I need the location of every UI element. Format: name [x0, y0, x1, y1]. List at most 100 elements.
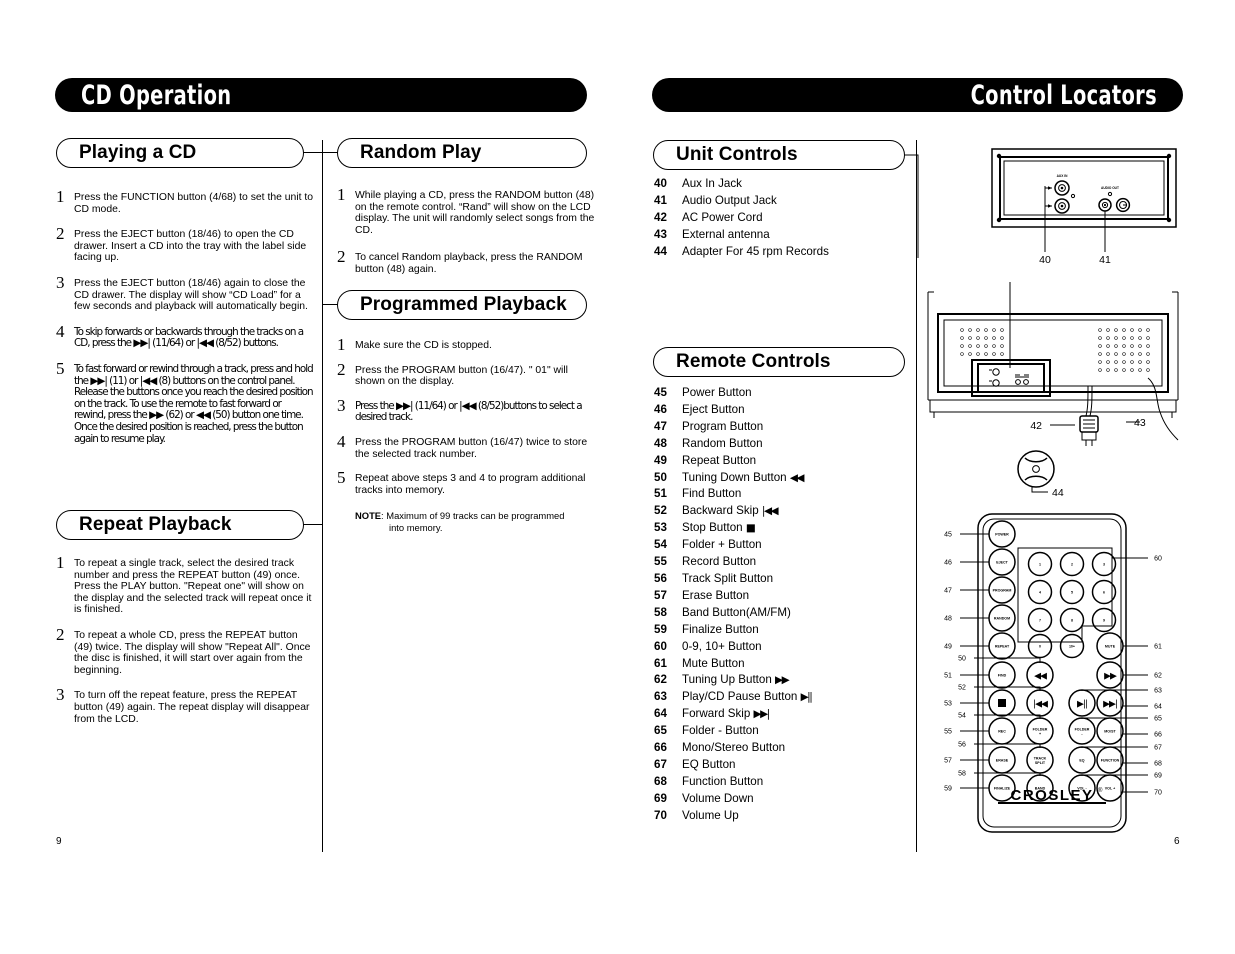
remote-callout-64: 64	[1154, 704, 1162, 711]
playback-symbol-icon: ▶||	[800, 691, 813, 704]
remote-callout-60: 60	[1154, 556, 1162, 563]
repeat-playback-label: Repeat Playback	[79, 514, 232, 535]
callout-42: 42	[1030, 420, 1042, 432]
remote-button-repeat[interactable]: REPEAT	[988, 632, 1016, 660]
step-text: Press the ▶▶| (11/64) or |◀◀ (8/52)butto…	[355, 399, 583, 424]
remote-key-1[interactable]: 1	[1027, 551, 1053, 577]
record-adapter-45rpm	[1017, 450, 1055, 488]
locator-label: Track Split Button	[682, 571, 774, 585]
step-number: 4	[337, 431, 346, 451]
svg-text:▶▶|: ▶▶|	[1103, 699, 1117, 709]
remote-button-monostereo[interactable]: MO/ST	[1096, 717, 1124, 745]
list-item: 62 Tuning Up Button ▶▶	[654, 672, 811, 689]
list-item: 53 Stop Button ■	[654, 520, 811, 537]
remote-button-program[interactable]: PROGRAM	[988, 576, 1016, 604]
list-item: 61 Mute Button	[654, 656, 811, 673]
remote-key-5[interactable]: 5	[1059, 579, 1085, 605]
remote-callout-45: 45	[944, 532, 952, 539]
list-item: 58 Band Button(AM/FM)	[654, 605, 811, 622]
remote-button-tracksplit[interactable]: TRACKSPLIT	[1026, 746, 1054, 774]
svg-text:RANDOM: RANDOM	[994, 617, 1010, 621]
locator-label: Volume Down	[682, 791, 754, 805]
locator-number: 61	[654, 656, 667, 670]
remote-callout-55: 55	[944, 729, 952, 736]
remote-button-rec[interactable]: REC	[988, 717, 1016, 745]
locator-number: 49	[654, 453, 667, 467]
remote-callout-65: 65	[1154, 716, 1162, 723]
locator-label: Backward Skip |◀◀	[682, 504, 779, 518]
step-number: 4	[56, 321, 65, 341]
locator-number: 41	[654, 193, 667, 207]
locator-label: Play/CD Pause Button ▶||	[682, 690, 813, 704]
remote-button-power[interactable]: POWER	[988, 520, 1016, 548]
svg-text:8: 8	[1071, 619, 1073, 623]
list-item: 70 Volume Up	[654, 808, 811, 825]
remote-button-mute[interactable]: MUTE	[1096, 632, 1124, 660]
remote-callout-58: 58	[958, 771, 966, 778]
list-item: 52 Backward Skip |◀◀	[654, 503, 811, 520]
list-item: 60 0-9, 10+ Button	[654, 639, 811, 656]
list-item: 49 Repeat Button	[654, 453, 811, 470]
locator-label: Find Button	[682, 487, 742, 501]
locator-number: 45	[654, 386, 667, 399]
step-number: 2	[337, 247, 346, 267]
remote-button-erase[interactable]: ERASE	[988, 746, 1016, 774]
rear-panel-diagram: AUX IN AUDIO OUT 40 41	[991, 148, 1177, 266]
remote-button-eject[interactable]: EJECT	[988, 548, 1016, 576]
svg-text:REC: REC	[998, 730, 1006, 734]
random-play-steps: 1 While playing a CD, press the RANDOM b…	[337, 185, 595, 287]
remote-button-folderplus[interactable]: FOLDER+	[1026, 717, 1054, 745]
remote-callout-46: 46	[944, 560, 952, 567]
svg-text:9: 9	[1103, 619, 1105, 623]
remote-button-random[interactable]: RANDOM	[988, 604, 1016, 632]
svg-text:MO/ST: MO/ST	[1104, 730, 1116, 734]
remote-key-10plus[interactable]: 10+	[1059, 633, 1085, 659]
remote-key-0[interactable]: 0	[1027, 633, 1053, 659]
right-page-banner: Control Locators	[652, 78, 1183, 112]
remote-button-function[interactable]: FUNCTION	[1096, 746, 1124, 774]
remote-button-tuning-up[interactable]: ▶▶	[1096, 661, 1124, 689]
svg-text:FUNCTION: FUNCTION	[1101, 759, 1120, 763]
list-item: 40 Aux In Jack	[654, 176, 829, 193]
remote-button-backward-skip[interactable]: |◀◀	[1026, 689, 1054, 717]
svg-text:1: 1	[1039, 563, 1041, 567]
remote-key-2[interactable]: 2	[1059, 551, 1085, 577]
svg-text:4: 4	[1039, 591, 1041, 595]
step-item: 2 Press the EJECT button (18/46) to open…	[56, 224, 314, 264]
playing-a-cd-steps: 1 Press the FUNCTION button (4/68) to se…	[56, 187, 314, 456]
svg-text:ERASE: ERASE	[996, 759, 1009, 763]
locator-number: 57	[654, 588, 667, 602]
list-item: 57 Erase Button	[654, 588, 811, 605]
remote-key-8[interactable]: 8	[1059, 607, 1085, 633]
speaker-grille-right	[1098, 328, 1150, 372]
remote-key-7[interactable]: 7	[1027, 607, 1053, 633]
locator-label: Audio Output Jack	[682, 193, 777, 207]
locator-number: 60	[654, 639, 667, 653]
remote-key-4[interactable]: 4	[1027, 579, 1053, 605]
remote-button-forward-skip[interactable]: ▶▶|	[1096, 689, 1124, 717]
remote-button-eq[interactable]: EQ	[1068, 746, 1096, 774]
list-item: 67 EQ Button	[654, 757, 811, 774]
right-banner-title: Control Locators	[970, 79, 1157, 111]
step-number: 3	[56, 685, 65, 705]
remote-button-folderminus[interactable]: FOLDER-	[1068, 717, 1096, 745]
list-item: 55 Record Button	[654, 554, 811, 571]
remote-button-stop[interactable]	[988, 689, 1016, 717]
remote-button-play-pause[interactable]: ▶||	[1068, 689, 1096, 717]
section-heading-programmed-playback: Programmed Playback	[337, 290, 587, 320]
section-heading-repeat-playback: Repeat Playback	[56, 510, 304, 540]
svg-text:▶||: ▶||	[1077, 699, 1087, 709]
svg-text:FOLDER: FOLDER	[1075, 728, 1090, 732]
svg-text:▶▶: ▶▶	[1104, 671, 1117, 681]
remote-callout-54: 54	[958, 713, 966, 720]
locator-number: 67	[654, 757, 667, 771]
remote-controls-list: 45 Power Button 46 Eject Button 47 Program Bu…	[654, 385, 813, 825]
locator-label: Stop Button ■	[682, 521, 756, 535]
locator-label: Function Button	[682, 774, 764, 788]
step-item: 5 To fast forward or rewind through a tr…	[56, 359, 314, 445]
remote-button-find[interactable]: FIND	[988, 661, 1016, 689]
remote-button-tuning-down[interactable]: ◀◀	[1026, 661, 1054, 689]
svg-text:BAND: BAND	[1035, 787, 1046, 791]
step-item: 5 Repeat above steps 3 and 4 to program …	[337, 468, 595, 496]
section-heading-playing-a-cd: Playing a CD	[56, 138, 304, 168]
